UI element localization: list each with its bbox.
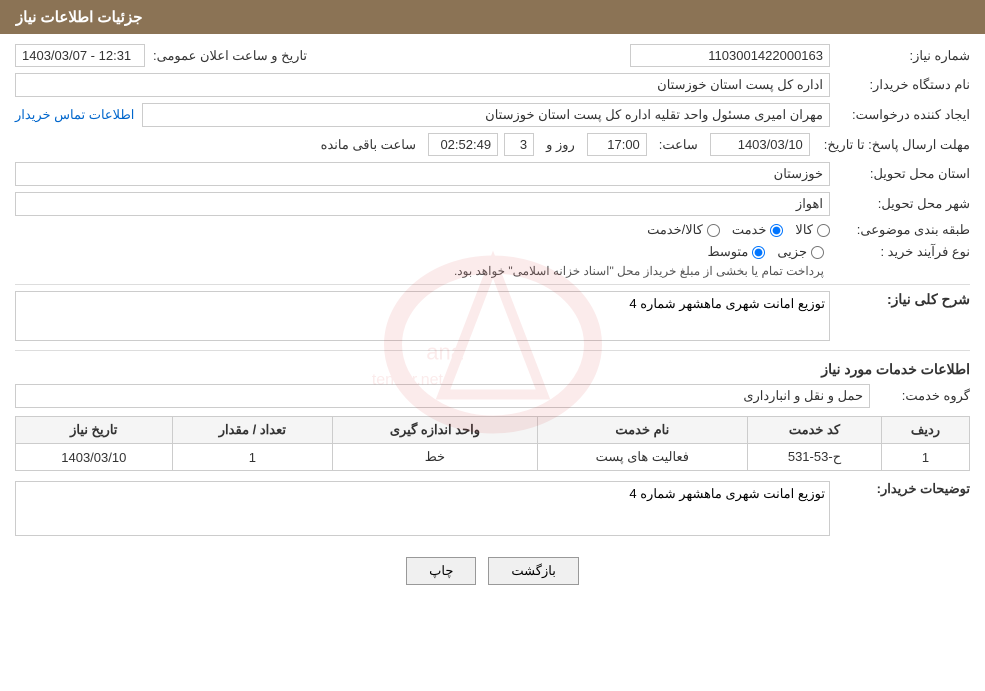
need-number-label: شماره نیاز: [830, 48, 970, 64]
buyer-notes-row: توضیحات خریدار: توزیع امانت شهری ماهشهر … [15, 481, 970, 539]
buyer-org-value: اداره کل پست استان خوزستان [15, 73, 830, 97]
cell-name: فعالیت های پست [537, 444, 747, 471]
province-row: استان محل تحویل: خوزستان [15, 162, 970, 186]
province-label: استان محل تحویل: [830, 166, 970, 182]
purchase-type-note: پرداخت تمام یا بخشی از مبلغ خریداز محل "… [454, 264, 824, 278]
purchase-type-radio-motevasset[interactable] [752, 246, 765, 259]
deadline-time: 17:00 [587, 133, 647, 156]
services-title: اطلاعات خدمات مورد نیاز [15, 361, 970, 378]
print-button[interactable]: چاپ [406, 557, 476, 585]
buyer-notes-wrapper: توزیع امانت شهری ماهشهر شماره 4 [15, 481, 830, 539]
deadline-remaining: 02:52:49 [428, 133, 498, 156]
buyer-notes-label: توضیحات خریدار: [830, 481, 970, 497]
announce-value: 1403/03/07 - 12:31 [15, 44, 145, 67]
deadline-days: 3 [504, 133, 534, 156]
col-row: ردیف [881, 417, 969, 444]
category-label-kala: کالا [795, 222, 813, 238]
back-button[interactable]: بازگشت [488, 557, 578, 585]
city-label: شهر محل تحویل: [830, 196, 970, 212]
category-radios: کالا خدمت کالا/خدمت [647, 222, 830, 238]
category-radio-kala[interactable] [817, 224, 830, 237]
col-date: تاریخ نیاز [16, 417, 173, 444]
creator-value: مهران امیری مسئول واحد تقلیه اداره کل پس… [142, 103, 830, 127]
page-title: جزئیات اطلاعات نیاز [16, 9, 143, 26]
service-group-row: گروه خدمت: حمل و نقل و انبارداری [15, 384, 970, 408]
category-label-khedmat: خدمت [732, 222, 767, 238]
col-code: کد خدمت [747, 417, 881, 444]
purchase-type-label-motevasset: متوسط [707, 244, 748, 260]
purchase-type-label: نوع فرآیند خرید : [830, 244, 970, 260]
deadline-time-label: ساعت: [659, 137, 698, 153]
category-label-kala-khedmat: کالا/خدمت [647, 222, 703, 238]
purchase-type-radio-jozi[interactable] [811, 246, 824, 259]
col-qty: تعداد / مقدار [172, 417, 333, 444]
buyer-org-label: نام دستگاه خریدار: [830, 77, 970, 93]
service-group-value: حمل و نقل و انبارداری [15, 384, 870, 408]
need-desc-label: شرح کلی نیاز: [830, 291, 970, 308]
need-number-row: شماره نیاز: 1103001422000163 تاریخ و ساع… [15, 44, 970, 67]
category-option-kala-khedmat: کالا/خدمت [647, 222, 720, 238]
deadline-row: مهلت ارسال پاسخ: تا تاریخ: 1403/03/10 سا… [15, 133, 970, 156]
purchase-type-motevasset: متوسط [707, 244, 765, 260]
cell-qty: 1 [172, 444, 333, 471]
deadline-date: 1403/03/10 [710, 133, 810, 156]
purchase-type-label-jozi: جزیی [777, 244, 807, 260]
category-label: طبقه بندی موضوعی: [830, 222, 970, 238]
need-desc-wrapper: توزیع امانت شهری ماهشهر شماره 4 [15, 291, 830, 344]
city-row: شهر محل تحویل: اهواز [15, 192, 970, 216]
category-option-kala: کالا [795, 222, 830, 238]
deadline-remaining-label: ساعت باقی مانده [321, 137, 416, 153]
service-group-label: گروه خدمت: [870, 388, 970, 404]
contact-link[interactable]: اطلاعات تماس خریدار [15, 107, 134, 123]
buyer-org-row: نام دستگاه خریدار: اداره کل پست استان خو… [15, 73, 970, 97]
need-desc-textarea[interactable]: توزیع امانت شهری ماهشهر شماره 4 [15, 291, 830, 341]
deadline-label: مهلت ارسال پاسخ: تا تاریخ: [816, 137, 970, 153]
form-content: شماره نیاز: 1103001422000163 تاریخ و ساع… [0, 34, 985, 615]
purchase-type-radios: جزیی متوسط [454, 244, 824, 260]
category-row: طبقه بندی موضوعی: کالا خدمت کالا/خدمت [15, 222, 970, 238]
table-row: 1 ح-53-531 فعالیت های پست خط 1 1403/03/1… [16, 444, 970, 471]
service-table: ردیف کد خدمت نام خدمت واحد اندازه گیری ت… [15, 416, 970, 471]
category-option-khedmat: خدمت [732, 222, 784, 238]
announce-label: تاریخ و ساعت اعلان عمومی: [145, 48, 307, 64]
col-unit: واحد اندازه گیری [333, 417, 537, 444]
page-wrapper: جزئیات اطلاعات نیاز شماره نیاز: 11030014… [0, 0, 985, 691]
buttons-row: بازگشت چاپ [15, 557, 970, 605]
cell-unit: خط [333, 444, 537, 471]
purchase-type-jozi: جزیی [777, 244, 824, 260]
need-desc-section: شرح کلی نیاز: توزیع امانت شهری ماهشهر شم… [15, 291, 970, 344]
city-value: اهواز [15, 192, 830, 216]
province-value: خوزستان [15, 162, 830, 186]
need-number-value: 1103001422000163 [630, 44, 830, 67]
purchase-type-row: نوع فرآیند خرید : جزیی متوسط پرداخت تمام… [15, 244, 970, 278]
deadline-days-label: روز و [546, 137, 575, 153]
table-header-row: ردیف کد خدمت نام خدمت واحد اندازه گیری ت… [16, 417, 970, 444]
cell-date: 1403/03/10 [16, 444, 173, 471]
category-radio-khedmat[interactable] [770, 224, 783, 237]
creator-label: ایجاد کننده درخواست: [830, 107, 970, 123]
category-radio-kala-khedmat[interactable] [707, 224, 720, 237]
cell-code: ح-53-531 [747, 444, 881, 471]
page-header: جزئیات اطلاعات نیاز [0, 0, 985, 34]
cell-row: 1 [881, 444, 969, 471]
buyer-notes-textarea[interactable]: توزیع امانت شهری ماهشهر شماره 4 [15, 481, 830, 536]
creator-row: ایجاد کننده درخواست: مهران امیری مسئول و… [15, 103, 970, 127]
col-name: نام خدمت [537, 417, 747, 444]
